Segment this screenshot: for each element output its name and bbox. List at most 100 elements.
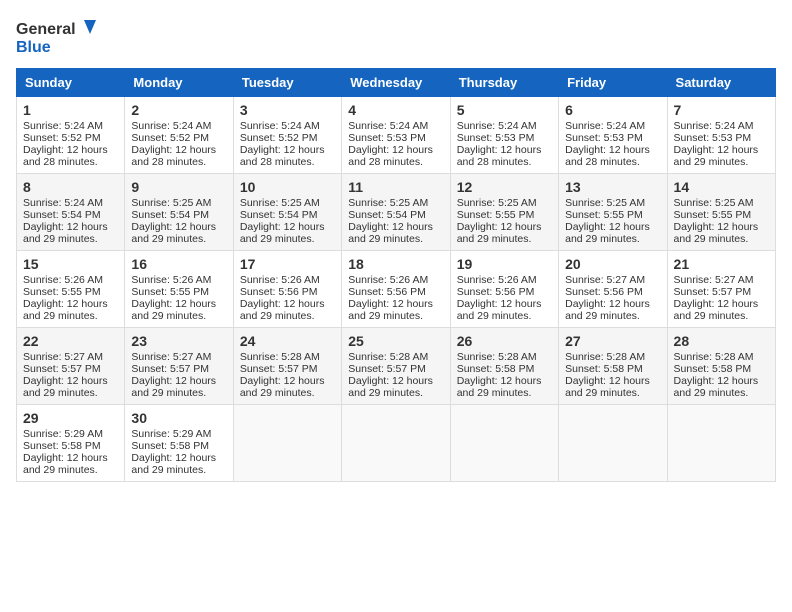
daylight-text: Daylight: 12 hours and 29 minutes. (240, 298, 325, 322)
calendar-table: SundayMondayTuesdayWednesdayThursdayFrid… (16, 68, 776, 482)
calendar-cell: 8Sunrise: 5:24 AMSunset: 5:54 PMDaylight… (17, 174, 125, 251)
svg-text:Blue: Blue (16, 39, 51, 56)
sunrise-text: Sunrise: 5:29 AM (23, 428, 103, 440)
sunrise-text: Sunrise: 5:25 AM (131, 197, 211, 209)
sunrise-text: Sunrise: 5:27 AM (565, 274, 645, 286)
daylight-text: Daylight: 12 hours and 29 minutes. (23, 221, 108, 245)
sunrise-text: Sunrise: 5:24 AM (457, 120, 537, 132)
day-number: 7 (674, 102, 769, 118)
sunset-text: Sunset: 5:57 PM (23, 363, 101, 375)
calendar-cell: 27Sunrise: 5:28 AMSunset: 5:58 PMDayligh… (559, 328, 667, 405)
day-number: 20 (565, 256, 660, 272)
calendar-cell: 17Sunrise: 5:26 AMSunset: 5:56 PMDayligh… (233, 251, 341, 328)
sunrise-text: Sunrise: 5:24 AM (23, 120, 103, 132)
sunrise-text: Sunrise: 5:24 AM (131, 120, 211, 132)
daylight-text: Daylight: 12 hours and 29 minutes. (565, 375, 650, 399)
sunrise-text: Sunrise: 5:25 AM (348, 197, 428, 209)
day-number: 15 (23, 256, 118, 272)
sunrise-text: Sunrise: 5:28 AM (240, 351, 320, 363)
weekday-header-thursday: Thursday (450, 69, 558, 97)
sunset-text: Sunset: 5:55 PM (674, 209, 752, 221)
logo: GeneralBlue (16, 16, 106, 60)
daylight-text: Daylight: 12 hours and 29 minutes. (457, 221, 542, 245)
sunrise-text: Sunrise: 5:28 AM (674, 351, 754, 363)
calendar-cell: 10 Sunrise: 5:25 AMSunset: 5:54 PMDayligh… (233, 174, 341, 251)
daylight-text: Daylight: 12 hours and 29 minutes. (674, 298, 759, 322)
calendar-cell: 4Sunrise: 5:24 AMSunset: 5:53 PMDaylight… (342, 97, 450, 174)
day-number: 4 (348, 102, 443, 118)
sunrise-text: Sunrise: 5:25 AM (565, 197, 645, 209)
sunset-text: Sunset: 5:56 PM (457, 286, 535, 298)
sunset-text: Sunset: 5:57 PM (131, 363, 209, 375)
daylight-text: Daylight: 12 hours and 29 minutes. (565, 298, 650, 322)
weekday-header-friday: Friday (559, 69, 667, 97)
calendar-week-1: 1Sunrise: 5:24 AMSunset: 5:52 PMDaylight… (17, 97, 776, 174)
daylight-text: Daylight: 12 hours and 29 minutes. (240, 221, 325, 245)
sunrise-text: Sunrise: 5:24 AM (348, 120, 428, 132)
daylight-text: Daylight: 12 hours and 28 minutes. (457, 144, 542, 168)
day-number: 24 (240, 333, 335, 349)
sunset-text: Sunset: 5:52 PM (23, 132, 101, 144)
calendar-cell: 26Sunrise: 5:28 AMSunset: 5:58 PMDayligh… (450, 328, 558, 405)
sunset-text: Sunset: 5:54 PM (131, 209, 209, 221)
daylight-text: Daylight: 12 hours and 29 minutes. (348, 221, 433, 245)
sunset-text: Sunset: 5:57 PM (240, 363, 318, 375)
daylight-text: Daylight: 12 hours and 29 minutes. (674, 375, 759, 399)
daylight-text: Daylight: 12 hours and 29 minutes. (131, 298, 216, 322)
sunset-text: Sunset: 5:54 PM (240, 209, 318, 221)
day-number: 26 (457, 333, 552, 349)
day-number: 19 (457, 256, 552, 272)
sunrise-text: Sunrise: 5:25 AM (674, 197, 754, 209)
calendar-cell: 30Sunrise: 5:29 AMSunset: 5:58 PMDayligh… (125, 405, 233, 482)
calendar-cell: 14Sunrise: 5:25 AMSunset: 5:55 PMDayligh… (667, 174, 775, 251)
calendar-cell: 28Sunrise: 5:28 AMSunset: 5:58 PMDayligh… (667, 328, 775, 405)
logo-svg: GeneralBlue (16, 16, 106, 60)
calendar-cell (559, 405, 667, 482)
day-number: 25 (348, 333, 443, 349)
sunrise-text: Sunrise: 5:28 AM (457, 351, 537, 363)
daylight-text: Daylight: 12 hours and 29 minutes. (457, 298, 542, 322)
sunset-text: Sunset: 5:58 PM (565, 363, 643, 375)
sunset-text: Sunset: 5:56 PM (348, 286, 426, 298)
day-number: 29 (23, 410, 118, 426)
day-number: 18 (348, 256, 443, 272)
sunset-text: Sunset: 5:53 PM (674, 132, 752, 144)
day-number: 21 (674, 256, 769, 272)
calendar-cell (342, 405, 450, 482)
weekday-header-wednesday: Wednesday (342, 69, 450, 97)
day-number: 6 (565, 102, 660, 118)
daylight-text: Daylight: 12 hours and 29 minutes. (23, 298, 108, 322)
calendar-cell: 12Sunrise: 5:25 AMSunset: 5:55 PMDayligh… (450, 174, 558, 251)
day-number: 10 (240, 179, 335, 195)
header: GeneralBlue (16, 16, 776, 60)
daylight-text: Daylight: 12 hours and 29 minutes. (348, 298, 433, 322)
daylight-text: Daylight: 12 hours and 28 minutes. (240, 144, 325, 168)
day-number: 5 (457, 102, 552, 118)
calendar-week-2: 8Sunrise: 5:24 AMSunset: 5:54 PMDaylight… (17, 174, 776, 251)
daylight-text: Daylight: 12 hours and 28 minutes. (23, 144, 108, 168)
day-number: 12 (457, 179, 552, 195)
sunset-text: Sunset: 5:52 PM (240, 132, 318, 144)
calendar-cell: 21Sunrise: 5:27 AMSunset: 5:57 PMDayligh… (667, 251, 775, 328)
sunrise-text: Sunrise: 5:24 AM (674, 120, 754, 132)
calendar-cell: 5Sunrise: 5:24 AMSunset: 5:53 PMDaylight… (450, 97, 558, 174)
daylight-text: Daylight: 12 hours and 29 minutes. (131, 452, 216, 476)
sunset-text: Sunset: 5:55 PM (457, 209, 535, 221)
calendar-cell: 29Sunrise: 5:29 AMSunset: 5:58 PMDayligh… (17, 405, 125, 482)
calendar-cell: 3Sunrise: 5:24 AMSunset: 5:52 PMDaylight… (233, 97, 341, 174)
daylight-text: Daylight: 12 hours and 28 minutes. (565, 144, 650, 168)
sunrise-text: Sunrise: 5:27 AM (131, 351, 211, 363)
day-number: 1 (23, 102, 118, 118)
sunset-text: Sunset: 5:55 PM (131, 286, 209, 298)
calendar-cell: 11Sunrise: 5:25 AMSunset: 5:54 PMDayligh… (342, 174, 450, 251)
day-number: 28 (674, 333, 769, 349)
calendar-cell: 1 Sunrise: 5:24 AMSunset: 5:52 PMDaylight… (17, 97, 125, 174)
sunset-text: Sunset: 5:57 PM (348, 363, 426, 375)
calendar-cell (233, 405, 341, 482)
sunset-text: Sunset: 5:55 PM (23, 286, 101, 298)
sunrise-text: Sunrise: 5:25 AM (240, 197, 320, 209)
calendar-cell: 19Sunrise: 5:26 AMSunset: 5:56 PMDayligh… (450, 251, 558, 328)
day-number: 14 (674, 179, 769, 195)
calendar-cell: 16Sunrise: 5:26 AMSunset: 5:55 PMDayligh… (125, 251, 233, 328)
header-row: SundayMondayTuesdayWednesdayThursdayFrid… (17, 69, 776, 97)
